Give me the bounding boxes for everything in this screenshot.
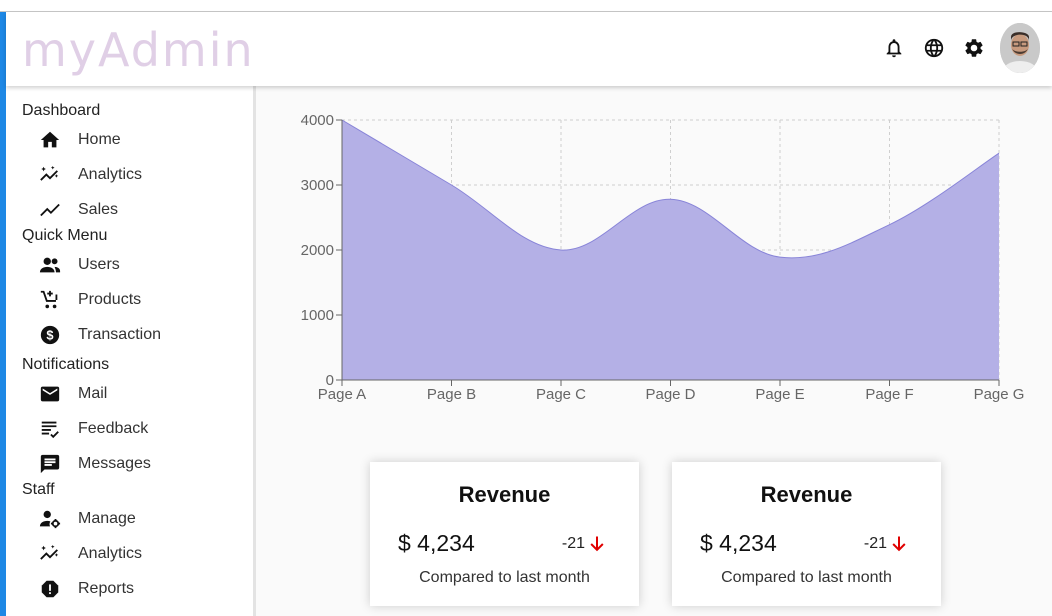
sidebar-item-mail[interactable]: Mail (22, 376, 253, 411)
section-title: Quick Menu (22, 227, 108, 244)
section-title: Notifications (22, 356, 110, 373)
sidebar-item-label: Reports (78, 579, 135, 597)
sidebar-item-reports[interactable]: Reports (22, 571, 253, 606)
users-icon (38, 253, 62, 277)
y-tick-label: 2000 (301, 242, 334, 259)
sidebar-item-feedback[interactable]: Feedback (22, 411, 253, 446)
sidebar: Dashboard Home Analytics Sales Quick Men… (6, 86, 256, 616)
sidebar-item-manage[interactable]: Manage (22, 501, 253, 536)
mail-icon (38, 382, 62, 406)
card-rate: -21 (864, 534, 909, 554)
y-tick-label: 3000 (301, 177, 334, 194)
report-icon (38, 577, 62, 601)
trending-icon (38, 198, 62, 222)
sidebar-section-quick-menu: Quick Menu Users Products $ Transaction (6, 225, 253, 352)
y-tick-label: 1000 (301, 307, 334, 324)
y-tick-label: 4000 (301, 112, 334, 129)
sidebar-item-label: Analytics (78, 165, 143, 183)
topbar-icons (874, 23, 1040, 73)
sidebar-item-transaction[interactable]: $ Transaction (22, 317, 253, 352)
sidebar-item-users[interactable]: Users (22, 247, 253, 282)
card-money: $ 4,234 (398, 530, 475, 556)
globe-icon[interactable] (914, 25, 954, 71)
revenue-card: Revenue $ 4,234 -21 Compared to last mon… (370, 462, 639, 606)
sidebar-item-label: Transaction (78, 325, 161, 343)
x-tick-label: Page A (318, 386, 366, 403)
chart-svg: 01000200030004000Page A Page B Page C Page … (301, 112, 1025, 403)
sidebar-item-sales[interactable]: Sales (22, 192, 253, 227)
area-chart: 0 1000 2000 3000 4000 Page A Page B Page C Page … (258, 86, 1052, 426)
home-icon (38, 128, 62, 152)
manage-icon (38, 507, 62, 531)
section-title: Staff (22, 481, 55, 498)
card-rate: -21 (562, 534, 607, 554)
card-title: Revenue (760, 482, 853, 507)
sidebar-item-label: Mail (78, 384, 108, 402)
message-icon (38, 452, 62, 476)
featured-cards: Revenue $ 4,234 -21 Compared to last mon… (370, 462, 941, 606)
x-tick-label: Page D (645, 386, 695, 403)
sidebar-section-dashboard: Dashboard Home Analytics Sales (6, 86, 253, 227)
card-title: Revenue (458, 482, 551, 507)
card-rate-value: -21 (561, 535, 585, 552)
topbar: myAdmin (6, 12, 1052, 86)
bell-icon[interactable] (874, 25, 914, 71)
sidebar-item-label: Users (78, 255, 120, 273)
main-content: 0 1000 2000 3000 4000 Page A Page B Page C Page … (258, 86, 1052, 616)
x-tick-label: Page E (755, 386, 804, 403)
card-subtitle: Compared to last month (419, 569, 590, 586)
analytics-icon (38, 163, 62, 187)
feedback-icon (38, 417, 62, 441)
card-subtitle: Compared to last month (721, 569, 892, 586)
x-tick-label: Page C (536, 386, 586, 403)
cart-icon (38, 288, 62, 312)
sidebar-item-label: Feedback (78, 419, 149, 437)
analytics-icon (38, 542, 62, 566)
app-logo[interactable]: myAdmin (22, 23, 255, 77)
revenue-card: Revenue $ 4,234 -21 Compared to last mon… (672, 462, 941, 606)
card-money: $ 4,234 (700, 530, 777, 556)
x-tick-label: Page G (974, 386, 1025, 403)
sidebar-item-label: Products (78, 290, 142, 308)
svg-text:$: $ (46, 327, 53, 342)
sidebar-item-analytics[interactable]: Analytics (22, 157, 253, 192)
sidebar-item-label: Messages (78, 454, 151, 472)
sidebar-item-home[interactable]: Home (22, 122, 253, 157)
sidebar-item-staff-analytics[interactable]: Analytics (22, 536, 253, 571)
sidebar-item-messages[interactable]: Messages (22, 446, 253, 481)
section-title: Dashboard (22, 102, 101, 119)
sidebar-item-label: Analytics (78, 544, 143, 562)
sidebar-item-label: Sales (78, 200, 119, 218)
sidebar-item-products[interactable]: Products (22, 282, 253, 317)
sidebar-item-label: Manage (78, 509, 136, 527)
x-tick-label: Page B (427, 386, 476, 403)
x-tick-label: Page F (865, 386, 913, 403)
user-avatar[interactable] (1000, 23, 1040, 73)
sidebar-item-label: Home (78, 130, 121, 148)
dollar-icon: $ (38, 323, 62, 347)
arrow-down-icon (590, 536, 604, 552)
sidebar-section-staff: Staff Manage Analytics Reports (6, 479, 253, 606)
sidebar-section-notifications: Notifications Mail Feedback Messages (6, 354, 253, 481)
browser-strip (0, 0, 1052, 12)
settings-icon[interactable] (954, 25, 994, 71)
arrow-down-icon (892, 536, 906, 552)
card-rate-value: -21 (863, 535, 887, 552)
